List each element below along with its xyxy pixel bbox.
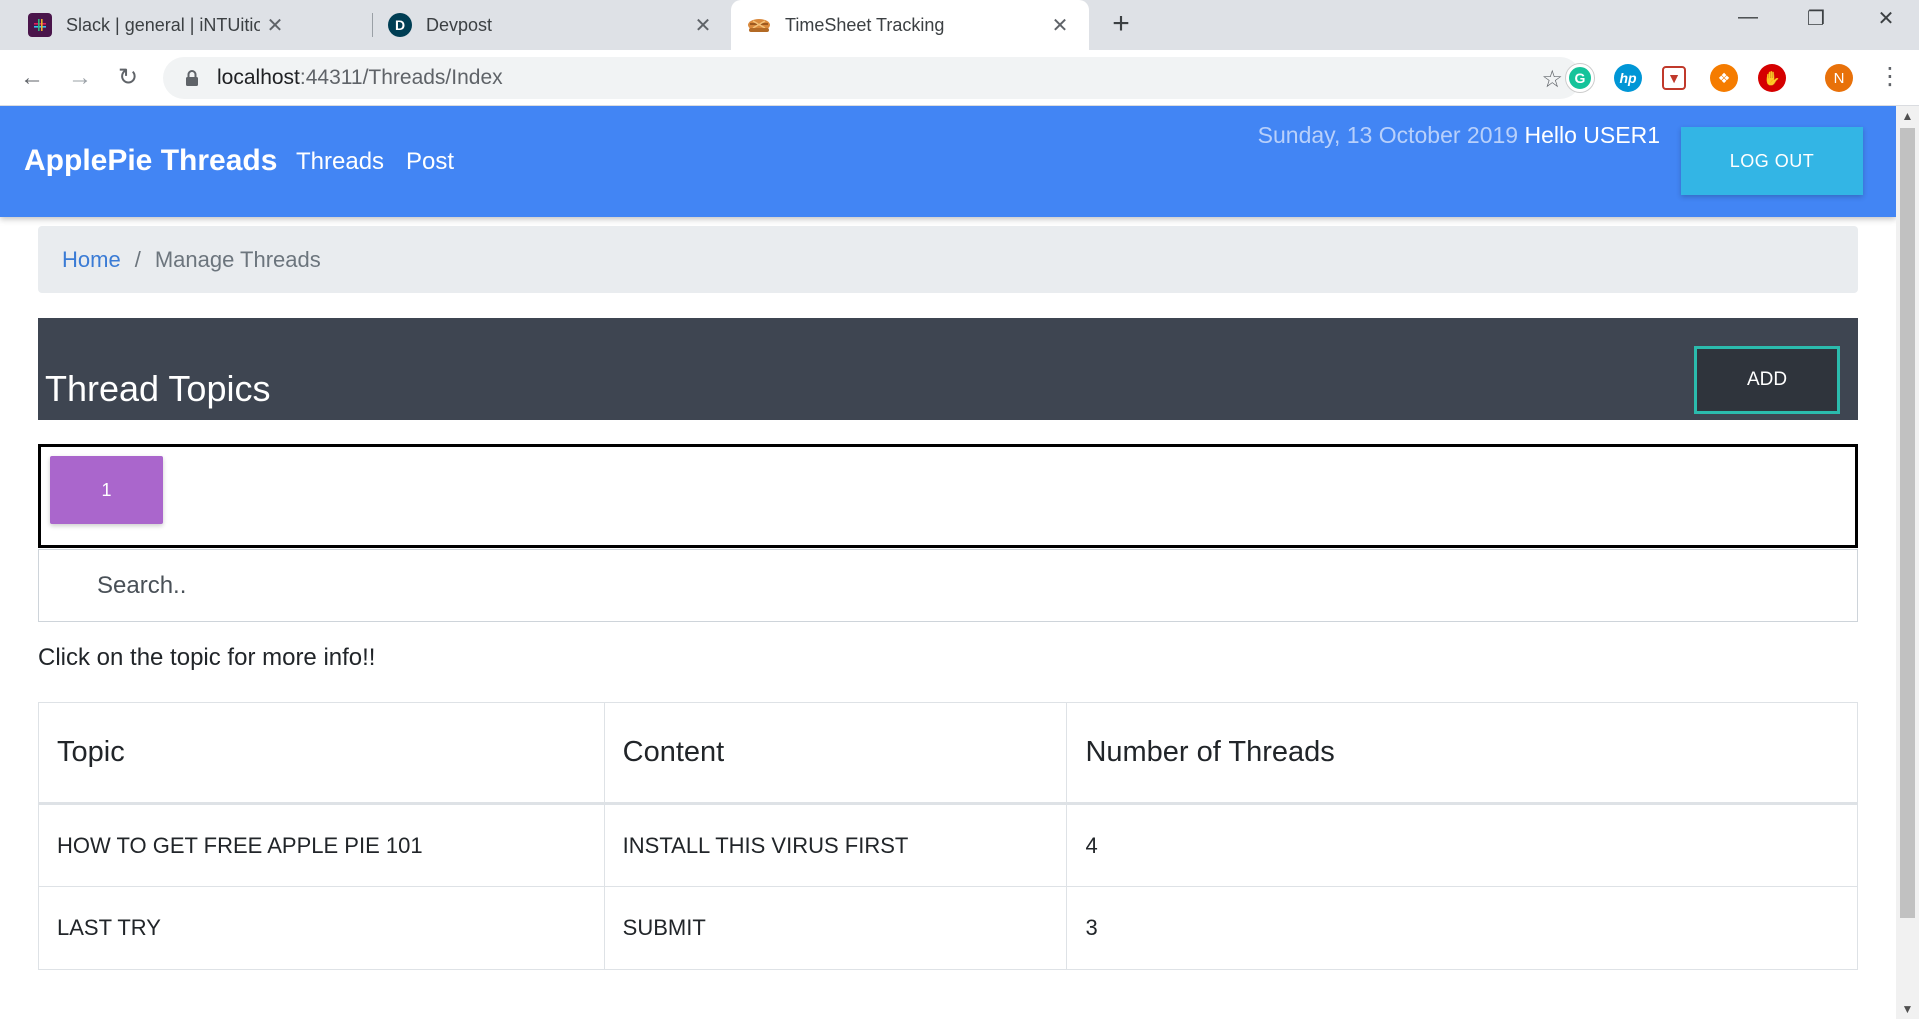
pie-icon <box>747 13 771 37</box>
scroll-up-icon[interactable]: ▲ <box>1896 106 1919 126</box>
url-host: localhost <box>217 66 300 89</box>
close-icon[interactable]: ✕ <box>1045 13 1075 38</box>
grammarly-icon[interactable]: G <box>1566 64 1594 92</box>
logout-button[interactable]: LOG OUT <box>1681 127 1863 195</box>
cell-content: SUBMIT <box>603 886 1068 970</box>
site-navbar: ApplePie Threads Threads Post Sunday, 13… <box>0 106 1896 217</box>
new-tab-button[interactable]: + <box>1106 9 1136 40</box>
tab-timesheet[interactable]: TimeSheet Tracking ✕ <box>731 0 1089 50</box>
table-header-row: Topic Content Number of Threads <box>38 702 1858 805</box>
reload-icon[interactable]: ↻ <box>112 62 144 94</box>
cell-topic[interactable]: HOW TO GET FREE APPLE PIE 101 <box>38 803 605 887</box>
lock-icon <box>181 67 203 89</box>
browser-menu-icon[interactable]: ⋮ <box>1878 62 1902 94</box>
bookmark-star-icon[interactable]: ☆ <box>1541 65 1563 94</box>
cell-thread-count: 3 <box>1066 886 1858 970</box>
window-close-icon[interactable]: ✕ <box>1866 6 1906 36</box>
search-container <box>38 549 1858 622</box>
url-text: localhost:44311/Threads/Index <box>217 66 503 90</box>
page-viewport: ApplePie Threads Threads Post Sunday, 13… <box>0 106 1896 1019</box>
add-topic-button[interactable]: ADD <box>1694 346 1840 414</box>
slack-icon <box>28 13 52 37</box>
page-button-1[interactable]: 1 <box>50 456 163 524</box>
page-scrollbar[interactable]: ▲ ▼ <box>1896 106 1919 1019</box>
breadcrumb-current: Manage Threads <box>154 246 321 272</box>
profile-avatar[interactable]: N <box>1825 64 1853 92</box>
topics-table: Topic Content Number of Threads HOW TO G… <box>38 702 1858 970</box>
cell-thread-count: 4 <box>1066 803 1858 887</box>
page-title: Thread Topics <box>45 368 271 409</box>
tab-title: Slack | general | iNTUition v6.0 <box>66 14 260 35</box>
pocket-icon[interactable]: ▼ <box>1662 66 1686 90</box>
breadcrumb: Home / Manage Threads <box>38 226 1858 293</box>
cell-content: INSTALL THIS VIRUS FIRST <box>603 803 1068 887</box>
address-bar[interactable]: localhost:44311/Threads/Index ☆ <box>163 57 1581 99</box>
search-input[interactable] <box>97 550 1797 621</box>
hint-text: Click on the topic for more info!! <box>38 644 376 671</box>
table-row[interactable]: LAST TRY SUBMIT 3 <box>38 886 1858 970</box>
scroll-down-icon[interactable]: ▼ <box>1896 999 1919 1019</box>
column-header-content: Content <box>603 702 1068 805</box>
hp-icon[interactable]: hp <box>1614 64 1642 92</box>
back-icon[interactable]: ← <box>16 62 48 94</box>
topics-header: Thread Topics ADD <box>38 318 1858 420</box>
url-path: :44311/Threads/Index <box>299 66 503 89</box>
nav-link-post[interactable]: Post <box>406 148 454 176</box>
breadcrumb-home-link[interactable]: Home <box>62 247 121 273</box>
adblock-icon[interactable]: ✋ <box>1758 64 1786 92</box>
tab-slack[interactable]: Slack | general | iNTUition v6.0 ✕ <box>0 0 304 50</box>
minimize-icon[interactable]: — <box>1728 6 1768 36</box>
breadcrumb-separator: / <box>134 246 141 272</box>
devpost-icon: D <box>388 13 412 37</box>
scrollbar-thumb[interactable] <box>1900 128 1915 918</box>
nav-link-threads[interactable]: Threads <box>296 148 384 176</box>
column-header-topic: Topic <box>38 702 605 805</box>
user-greeting: Hello USER1 <box>1524 122 1661 148</box>
tab-title: TimeSheet Tracking <box>785 14 945 35</box>
forward-icon[interactable]: → <box>64 62 96 94</box>
close-icon[interactable]: ✕ <box>260 13 290 38</box>
close-icon[interactable]: ✕ <box>688 13 718 38</box>
column-header-thread-count: Number of Threads <box>1066 702 1858 805</box>
current-date: Sunday, 13 October 2019 <box>1257 122 1519 148</box>
lifebuoy-icon[interactable]: ❖ <box>1710 64 1738 92</box>
tab-strip: Slack | general | iNTUition v6.0 ✕ D Dev… <box>0 0 1919 50</box>
table-row[interactable]: HOW TO GET FREE APPLE PIE 101 INSTALL TH… <box>38 803 1858 887</box>
pagination: 1 <box>38 444 1858 548</box>
date-greeting: Sunday, 13 October 2019 Hello USER1 <box>1258 122 1660 149</box>
tab-title: Devpost <box>426 14 493 35</box>
tab-devpost[interactable]: D Devpost ✕ <box>360 0 732 50</box>
cell-topic[interactable]: LAST TRY <box>38 886 605 970</box>
restore-icon[interactable]: ❐ <box>1796 6 1836 36</box>
browser-toolbar: ← → ↻ localhost:44311/Threads/Index ☆ G … <box>0 50 1919 106</box>
site-brand[interactable]: ApplePie Threads <box>24 144 277 178</box>
